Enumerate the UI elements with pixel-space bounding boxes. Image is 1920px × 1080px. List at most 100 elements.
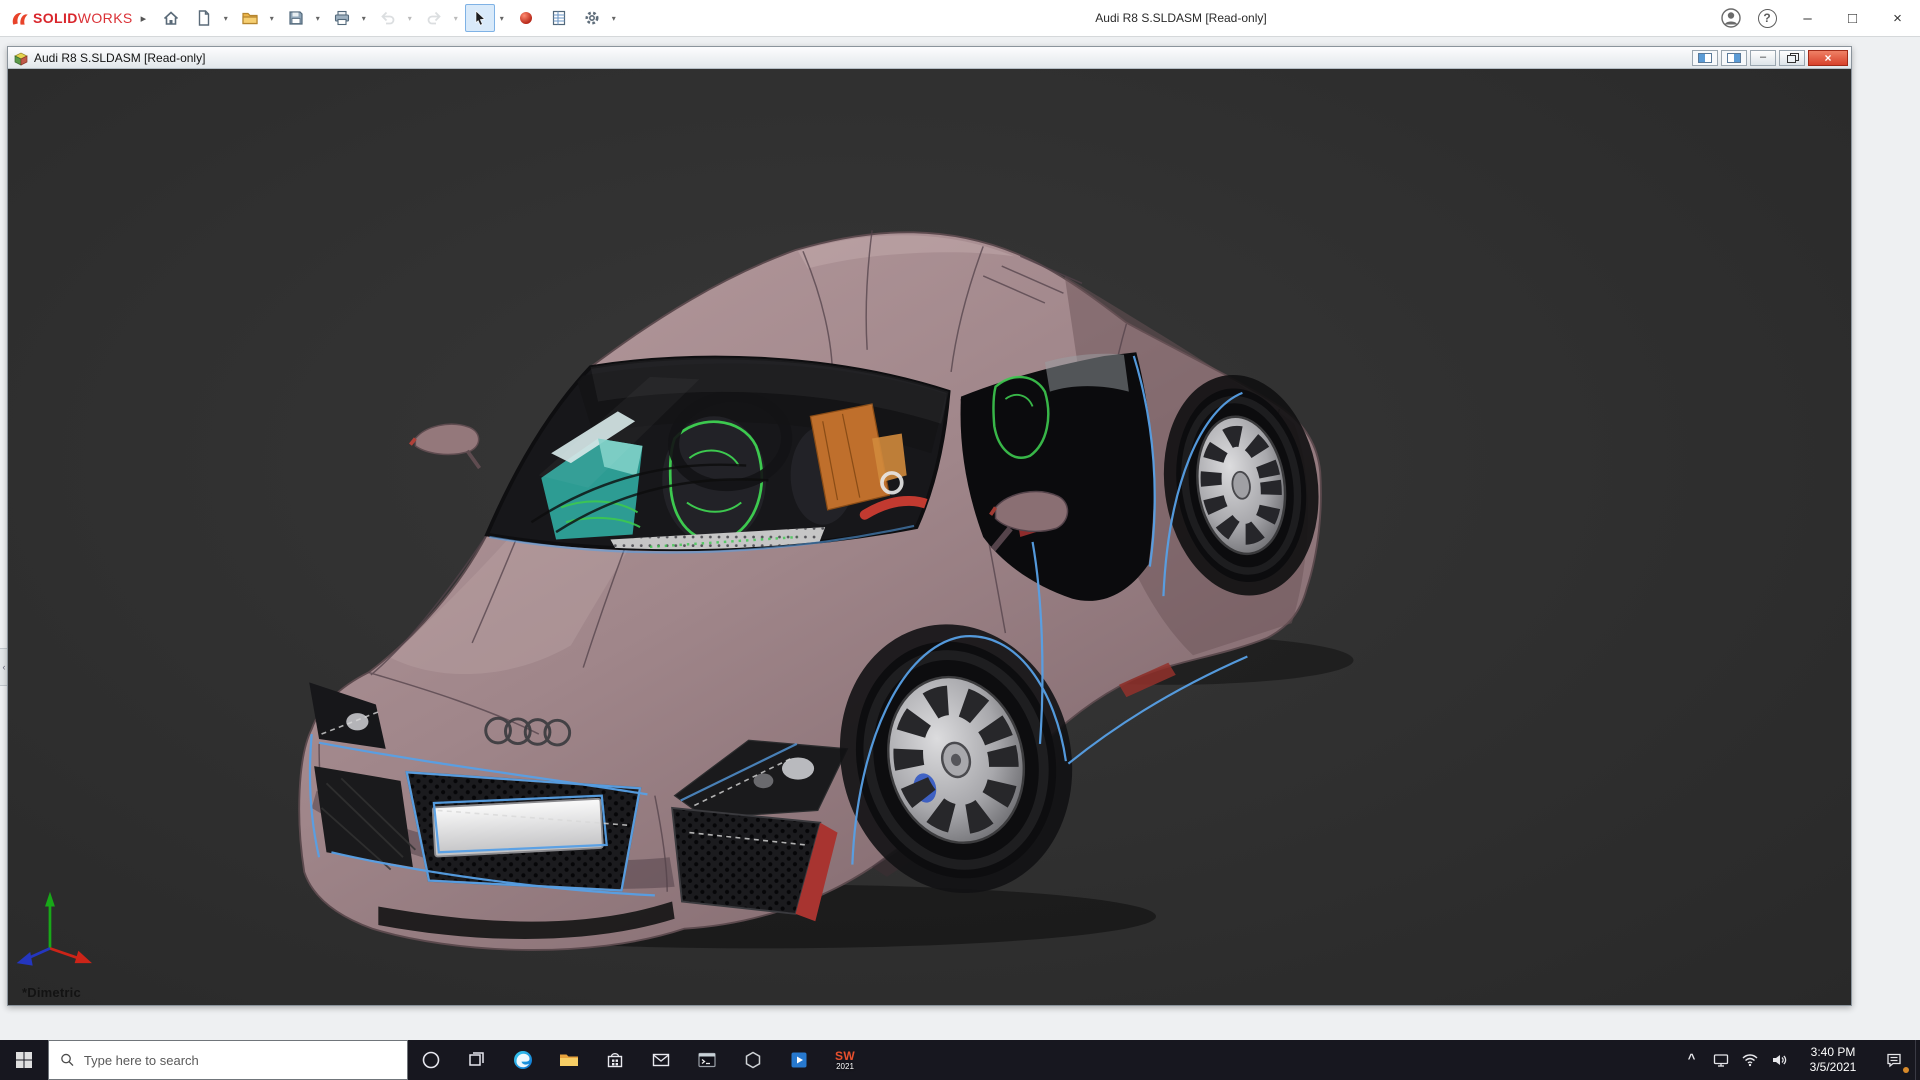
brand-works: WORKS bbox=[78, 10, 133, 26]
store-icon bbox=[605, 1050, 625, 1070]
save-button[interactable] bbox=[281, 4, 311, 32]
clock-time: 3:40 PM bbox=[1811, 1045, 1856, 1060]
window-title: Audi R8 S.SLDASM [Read-only] bbox=[1095, 11, 1266, 25]
dropdown-arrow-icon[interactable]: ▾ bbox=[357, 14, 370, 23]
mail-button[interactable] bbox=[638, 1040, 684, 1080]
notification-badge bbox=[1903, 1067, 1909, 1073]
windshield bbox=[487, 357, 949, 561]
solidworks-version-badge: 2021 bbox=[836, 1063, 854, 1071]
volume-button[interactable] bbox=[1764, 1040, 1793, 1080]
monitor-icon bbox=[1712, 1051, 1730, 1069]
edge-button[interactable] bbox=[500, 1040, 546, 1080]
search-icon bbox=[60, 1052, 75, 1068]
solidworks-logo-icon bbox=[10, 9, 30, 27]
close-button[interactable]: × bbox=[1875, 0, 1920, 36]
start-button[interactable] bbox=[0, 1040, 48, 1080]
display-pane-toggle-icon bbox=[1698, 53, 1712, 63]
task-view-button[interactable] bbox=[454, 1040, 500, 1080]
mdi-client-area: ‹ Audi R8 S.SLDASM [Read-only] – × bbox=[0, 37, 1920, 1040]
document-table-icon bbox=[550, 9, 568, 27]
document-properties-button[interactable] bbox=[544, 4, 574, 32]
print-button[interactable] bbox=[327, 4, 357, 32]
system-tray: ^ bbox=[1677, 1040, 1920, 1080]
user-account-icon bbox=[1720, 7, 1742, 29]
network-button[interactable] bbox=[1735, 1040, 1764, 1080]
help-icon: ? bbox=[1758, 9, 1777, 28]
speaker-icon bbox=[1770, 1051, 1788, 1069]
action-center-button[interactable] bbox=[1873, 1040, 1915, 1080]
taskbar-search[interactable] bbox=[48, 1040, 408, 1080]
account-button[interactable] bbox=[1713, 0, 1749, 36]
new-document-icon bbox=[195, 9, 213, 27]
undo-icon bbox=[379, 9, 397, 27]
cortana-icon bbox=[421, 1050, 441, 1070]
solidworks-logo: SOLIDWORKS bbox=[0, 9, 139, 27]
show-desktop-button[interactable] bbox=[1915, 1040, 1920, 1080]
terminal-button[interactable] bbox=[684, 1040, 730, 1080]
file-explorer-icon bbox=[558, 1049, 580, 1071]
open-folder-icon bbox=[241, 9, 259, 27]
home-button[interactable] bbox=[156, 4, 186, 32]
graphics-area[interactable]: *Dimetric bbox=[8, 69, 1851, 1005]
hexagon-app-icon bbox=[743, 1050, 763, 1070]
settings-gear-icon bbox=[583, 9, 601, 27]
title-bar-controls: ? – □ × bbox=[1713, 0, 1920, 36]
dropdown-arrow-icon[interactable]: ▾ bbox=[219, 14, 232, 23]
brand-text: SOLIDWORKS bbox=[33, 10, 133, 26]
minimize-icon: – bbox=[1803, 10, 1811, 27]
solidworks-taskbar-button[interactable]: SW 2021 bbox=[822, 1040, 868, 1080]
wifi-icon bbox=[1741, 1051, 1759, 1069]
dropdown-arrow-icon[interactable]: ▾ bbox=[495, 14, 508, 23]
windows-start-icon bbox=[15, 1051, 33, 1069]
taskbar-clock[interactable]: 3:40 PM 3/5/2021 bbox=[1793, 1040, 1873, 1080]
document-close-button[interactable]: × bbox=[1808, 50, 1848, 66]
redo-icon bbox=[425, 9, 443, 27]
orientation-triad bbox=[17, 892, 92, 966]
document-restore-button[interactable] bbox=[1779, 50, 1805, 66]
options-button[interactable] bbox=[577, 4, 607, 32]
edge-icon bbox=[512, 1049, 534, 1071]
document-window: Audi R8 S.SLDASM [Read-only] – × bbox=[7, 46, 1852, 1006]
dropdown-arrow-icon[interactable]: ▾ bbox=[449, 14, 462, 23]
close-icon: × bbox=[1893, 10, 1902, 27]
open-button[interactable] bbox=[235, 4, 265, 32]
featuremanager-toggle-icon bbox=[1727, 53, 1741, 63]
dropdown-arrow-icon[interactable]: ▾ bbox=[265, 14, 278, 23]
help-button[interactable]: ? bbox=[1749, 0, 1785, 36]
maximize-icon: □ bbox=[1848, 10, 1857, 27]
red-sphere-button[interactable] bbox=[511, 4, 541, 32]
select-cursor-icon bbox=[471, 9, 489, 27]
assembly-icon bbox=[13, 50, 29, 66]
mail-icon bbox=[651, 1050, 671, 1070]
tray-device-button[interactable] bbox=[1706, 1040, 1735, 1080]
undo-button[interactable] bbox=[373, 4, 403, 32]
redo-button[interactable] bbox=[419, 4, 449, 32]
car-model-render bbox=[8, 69, 1851, 1005]
movies-app-button[interactable] bbox=[776, 1040, 822, 1080]
featuremanager-toggle-button[interactable] bbox=[1721, 50, 1747, 66]
minimize-button[interactable]: – bbox=[1785, 0, 1830, 36]
store-button[interactable] bbox=[592, 1040, 638, 1080]
new-document-button[interactable] bbox=[189, 4, 219, 32]
quick-access-toolbar: ▾ ▾ ▾ bbox=[156, 0, 623, 36]
hexagon-app-button[interactable] bbox=[730, 1040, 776, 1080]
select-tool-button[interactable] bbox=[465, 4, 495, 32]
maximize-button[interactable]: □ bbox=[1830, 0, 1875, 36]
display-pane-toggle-button[interactable] bbox=[1692, 50, 1718, 66]
dropdown-arrow-icon[interactable]: ▾ bbox=[311, 14, 324, 23]
search-input[interactable] bbox=[84, 1053, 396, 1068]
dropdown-arrow-icon[interactable]: ▾ bbox=[403, 14, 416, 23]
terminal-icon bbox=[697, 1050, 717, 1070]
menu-flyout-arrow[interactable]: ▸ bbox=[141, 12, 147, 25]
document-title-bar[interactable]: Audi R8 S.SLDASM [Read-only] – × bbox=[8, 47, 1851, 69]
document-window-controls: – × bbox=[1692, 50, 1848, 66]
dropdown-arrow-icon[interactable]: ▾ bbox=[607, 14, 620, 23]
document-minimize-button[interactable]: – bbox=[1750, 50, 1776, 66]
file-explorer-button[interactable] bbox=[546, 1040, 592, 1080]
movies-app-icon bbox=[789, 1050, 809, 1070]
cortana-button[interactable] bbox=[408, 1040, 454, 1080]
panel-collapse-icon: ‹ bbox=[3, 662, 6, 672]
tray-expand-button[interactable]: ^ bbox=[1677, 1040, 1706, 1080]
action-center-icon bbox=[1885, 1051, 1903, 1069]
home-icon bbox=[162, 9, 180, 27]
